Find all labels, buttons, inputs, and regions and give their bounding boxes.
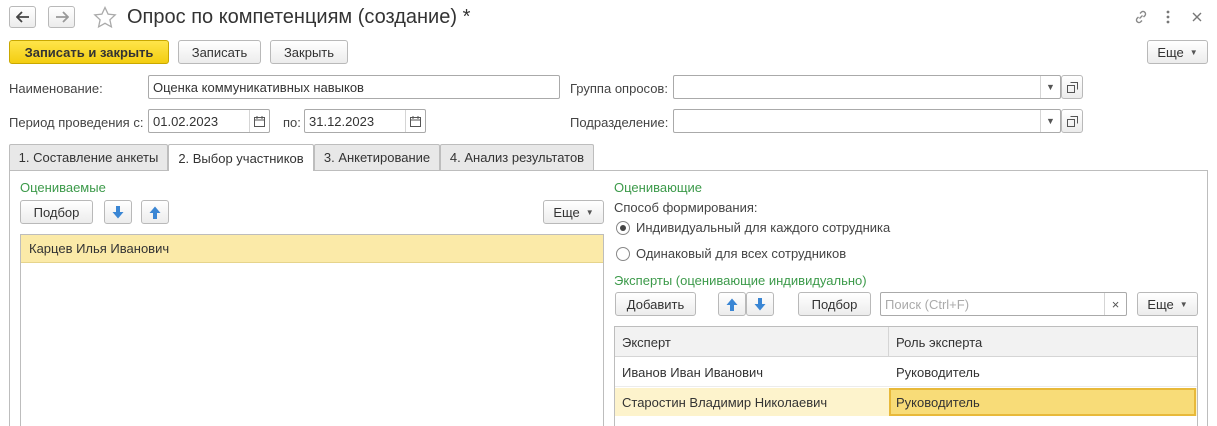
table-row[interactable]: Иванов Иван Иванович Руководитель (615, 358, 1197, 387)
clear-search-icon[interactable]: × (1104, 293, 1126, 315)
add-expert-button[interactable]: Добавить (615, 292, 696, 316)
department-field[interactable]: ▼ (673, 109, 1061, 133)
evaluated-more-button[interactable]: Еще ▼ (543, 200, 604, 224)
tab-survey[interactable]: 3. Анкетирование (314, 144, 440, 170)
evaluators-title: Оценивающие (614, 180, 703, 195)
radio-individual-label: Индивидуальный для каждого сотрудника (636, 220, 891, 235)
search-placeholder: Поиск (Ctrl+F) (885, 296, 970, 312)
evaluated-row-name: Карцев Илья Иванович (29, 241, 170, 256)
star-icon[interactable] (93, 6, 117, 29)
period-from-value: 01.02.2023 (153, 113, 219, 129)
caret-down-icon: ▼ (1189, 47, 1198, 57)
move-up-button[interactable] (141, 200, 169, 224)
group-label: Группа опросов: (570, 81, 668, 96)
period-to-value: 31.12.2023 (309, 113, 375, 129)
arrow-up-icon (149, 206, 161, 219)
forward-button[interactable] (48, 6, 75, 28)
period-to-field[interactable]: 31.12.2023 (304, 109, 426, 133)
cell-role[interactable]: Руководитель (889, 388, 1196, 416)
arrow-down-icon (754, 297, 766, 310)
calendar-icon[interactable] (249, 110, 269, 132)
close-icon[interactable] (1191, 11, 1203, 23)
tab-questionnaire[interactable]: 1. Составление анкеты (9, 144, 168, 170)
window-title: Опрос по компетенциям (создание) * (127, 6, 471, 28)
cell-expert: Старостин Владимир Николаевич (622, 394, 828, 410)
calendar-icon[interactable] (405, 110, 425, 132)
group-open-button[interactable] (1061, 75, 1083, 99)
name-value: Оценка коммуникативных навыков (153, 79, 364, 95)
name-label: Наименование: (9, 81, 103, 96)
department-open-button[interactable] (1061, 109, 1083, 133)
arrow-up-icon (726, 298, 738, 311)
evaluated-title: Оцениваемые (20, 180, 106, 195)
tab-analysis[interactable]: 4. Анализ результатов (440, 144, 594, 170)
experts-more-button[interactable]: Еще ▼ (1137, 292, 1198, 316)
expert-move-down-button[interactable] (746, 292, 774, 316)
more-button[interactable]: Еще ▼ (1147, 40, 1208, 64)
save-and-close-button[interactable]: Записать и закрыть (9, 40, 169, 64)
tab-participants[interactable]: 2. Выбор участников (168, 144, 314, 171)
table-header: Эксперт Роль эксперта (615, 327, 1197, 357)
dropdown-arrow-icon[interactable]: ▼ (1040, 76, 1060, 98)
column-header-role[interactable]: Роль эксперта (889, 327, 1197, 357)
open-window-icon (1066, 115, 1078, 127)
arrow-down-icon (112, 205, 124, 218)
radio-individual[interactable] (616, 221, 630, 235)
name-field[interactable]: Оценка коммуникативных навыков (148, 75, 560, 99)
link-icon[interactable] (1133, 9, 1149, 25)
group-field[interactable]: ▼ (673, 75, 1061, 99)
department-label: Подразделение: (570, 115, 669, 130)
back-button[interactable] (9, 6, 36, 28)
cell-expert: Иванов Иван Иванович (622, 365, 764, 380)
caret-down-icon: ▼ (585, 207, 594, 217)
experts-more-label: Еще (1147, 296, 1174, 312)
expert-pick-button[interactable]: Подбор (798, 292, 871, 316)
period-to-label: по: (283, 115, 301, 130)
arrow-left-icon (15, 11, 29, 23)
evaluated-list: Карцев Илья Иванович (20, 234, 604, 426)
evaluated-pick-button[interactable]: Подбор (20, 200, 93, 224)
more-label: Еще (1157, 44, 1184, 60)
method-label: Способ формирования: (614, 200, 758, 215)
caret-down-icon: ▼ (1179, 299, 1188, 309)
list-item[interactable]: Карцев Илья Иванович (21, 235, 603, 263)
dropdown-arrow-icon[interactable]: ▼ (1040, 110, 1060, 132)
expert-move-up-button[interactable] (718, 292, 746, 316)
arrow-right-icon (55, 11, 69, 23)
evaluated-more-label: Еще (553, 204, 580, 220)
move-down-button[interactable] (104, 200, 132, 224)
experts-table: Эксперт Роль эксперта Иванов Иван Иванов… (614, 326, 1198, 426)
radio-same[interactable] (616, 247, 630, 261)
expert-search-input[interactable]: Поиск (Ctrl+F) × (880, 292, 1127, 316)
period-from-field[interactable]: 01.02.2023 (148, 109, 270, 133)
radio-same-label: Одинаковый для всех сотрудников (636, 246, 847, 261)
cell-role: Руководитель (896, 365, 980, 380)
close-button[interactable]: Закрыть (270, 40, 348, 64)
period-label: Период проведения с: (9, 115, 144, 130)
column-header-expert[interactable]: Эксперт (615, 327, 889, 357)
experts-title: Эксперты (оценивающие индивидуально) (614, 273, 867, 288)
open-window-icon (1066, 81, 1078, 93)
more-vertical-icon[interactable] (1165, 9, 1171, 25)
table-row[interactable]: Старостин Владимир Николаевич Руководите… (615, 388, 1197, 416)
save-button[interactable]: Записать (178, 40, 261, 64)
